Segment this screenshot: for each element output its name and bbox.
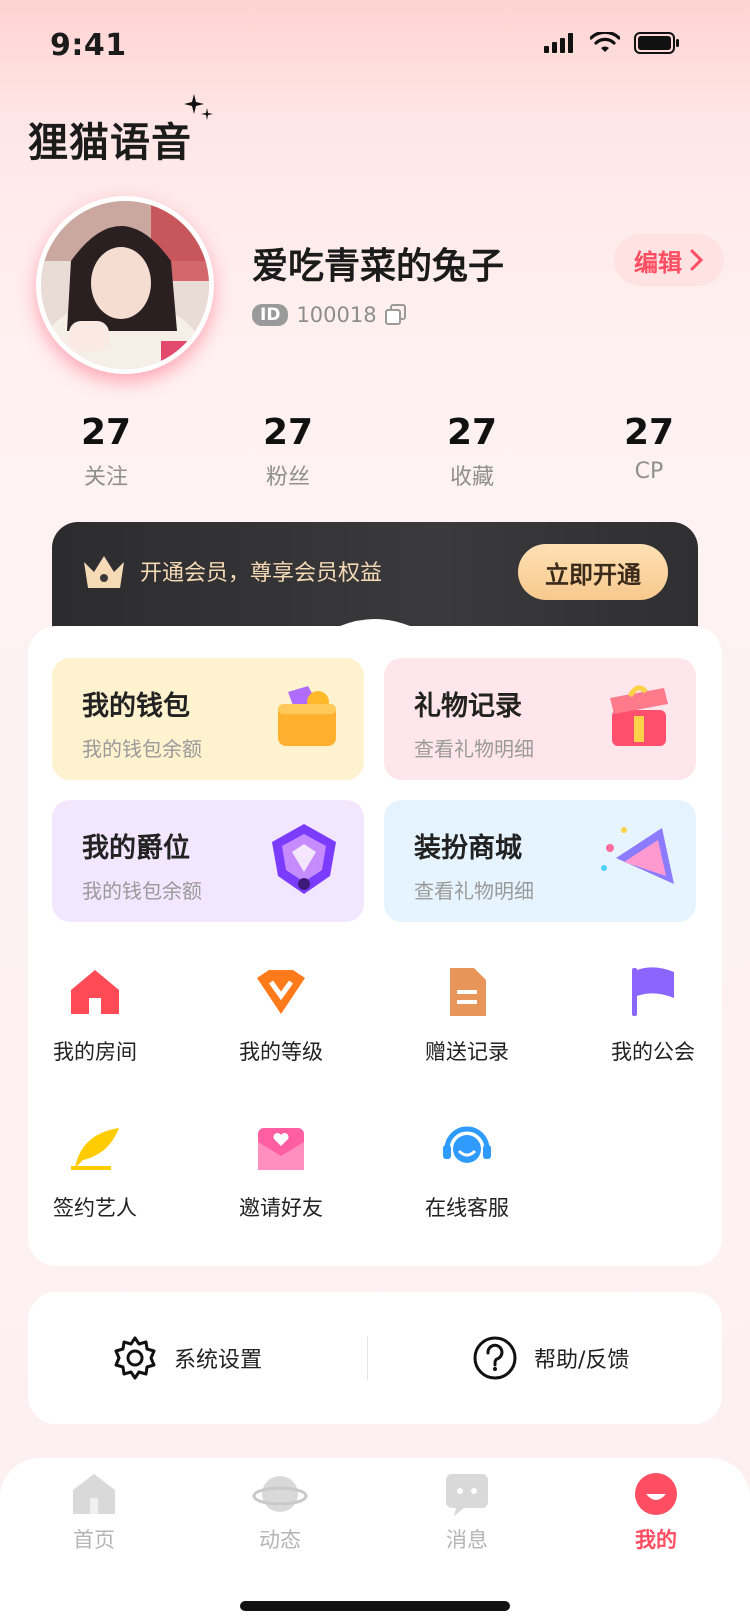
tile-wallet[interactable]: 我的钱包 我的钱包余额 — [52, 658, 364, 780]
status-time: 9:41 — [50, 28, 127, 63]
tile-gift-record[interactable]: 礼物记录 查看礼物明细 — [384, 658, 696, 780]
grid-label: 赠送记录 — [425, 1040, 509, 1064]
grid-label: 邀请好友 — [239, 1196, 323, 1220]
vip-activate-button[interactable]: 立即开通 — [518, 544, 668, 600]
level-v-icon — [257, 970, 305, 1014]
stat-value: 27 — [80, 412, 132, 453]
headset-icon — [443, 1126, 491, 1163]
app-title: 狸猫语音 — [28, 120, 192, 166]
nav-moments[interactable]: 动态 — [225, 1472, 335, 1554]
document-icon — [450, 968, 486, 1016]
help-feedback-button[interactable]: 帮助/反馈 — [472, 1292, 629, 1424]
nav-profile[interactable]: 我的 — [601, 1472, 711, 1554]
stat-favorites[interactable]: 27 收藏 — [412, 412, 532, 491]
house-icon — [71, 970, 119, 1014]
nav-label: 我的 — [635, 1528, 677, 1552]
stat-value: 27 — [262, 412, 314, 453]
gear-icon — [114, 1336, 156, 1380]
grid-label: 我的等级 — [239, 1040, 323, 1064]
stat-following[interactable]: 27 关注 — [46, 412, 166, 491]
grid-label: 我的公会 — [611, 1040, 695, 1064]
tile-nobility[interactable]: 我的爵位 我的钱包余额 — [52, 800, 364, 922]
grid-label: 我的房间 — [53, 1040, 137, 1064]
crown-icon — [84, 556, 124, 588]
grid-customer-service[interactable]: 在线客服 — [407, 1118, 527, 1222]
id-badge: ID — [252, 304, 289, 326]
grid-label: 在线客服 — [425, 1196, 509, 1220]
stat-label: 收藏 — [449, 465, 494, 490]
edit-label: 编辑 — [634, 248, 682, 277]
nav-label: 首页 — [73, 1528, 115, 1552]
stat-label: 粉丝 — [265, 465, 310, 490]
settings-divider — [367, 1336, 368, 1380]
stat-label: CP — [634, 459, 664, 484]
nav-label: 动态 — [259, 1528, 301, 1552]
grid-my-level[interactable]: 我的等级 — [221, 962, 341, 1066]
nickname: 爱吃青菜的兔子 — [252, 246, 505, 287]
party-popper-icon — [601, 827, 674, 884]
user-id-value: 100018 — [296, 303, 377, 327]
crystal-badge-icon — [272, 824, 336, 894]
tile-dressup-store[interactable]: 装扮商城 查看礼物明细 — [384, 800, 696, 922]
avatar[interactable] — [36, 196, 214, 374]
help-label: 帮助/反馈 — [534, 1348, 630, 1373]
nav-messages[interactable]: 消息 — [412, 1472, 522, 1554]
feather-icon — [71, 1128, 119, 1170]
profile-tab-icon — [635, 1473, 677, 1515]
home-tab-icon — [73, 1474, 115, 1514]
nav-home[interactable]: 首页 — [39, 1472, 149, 1554]
signal-icon — [544, 33, 573, 53]
invite-envelope-icon — [258, 1128, 304, 1170]
avatar-photo — [41, 201, 209, 369]
flag-icon — [632, 967, 674, 1016]
grid-my-room[interactable]: 我的房间 — [35, 962, 155, 1066]
card-notch — [340, 619, 410, 632]
stat-cp[interactable]: 27 CP — [589, 412, 709, 484]
planet-tab-icon — [252, 1476, 308, 1512]
settings-label: 系统设置 — [174, 1348, 263, 1373]
wifi-icon — [590, 32, 620, 52]
bottom-nav: 首页 动态 消息 我的 — [0, 1458, 750, 1624]
message-tab-icon — [446, 1474, 488, 1516]
status-icons — [544, 32, 680, 54]
grid-label: 签约艺人 — [53, 1196, 137, 1220]
nav-label: 消息 — [446, 1528, 488, 1552]
grid-my-guild[interactable]: 我的公会 — [593, 962, 713, 1066]
stat-value: 27 — [623, 412, 675, 453]
grid-signed-artist[interactable]: 签约艺人 — [35, 1118, 155, 1222]
grid-invite-friends[interactable]: 邀请好友 — [221, 1118, 341, 1222]
gift-box-icon — [610, 685, 668, 746]
edit-profile-button[interactable]: 编辑 — [614, 234, 724, 286]
wallet-icon — [278, 686, 336, 746]
system-settings-button[interactable]: 系统设置 — [112, 1292, 262, 1424]
vip-text: 开通会员，尊享会员权益 — [140, 561, 383, 586]
chevron-right-icon — [690, 249, 704, 271]
help-icon — [473, 1336, 517, 1380]
stat-label: 关注 — [83, 465, 128, 490]
copy-icon[interactable] — [384, 304, 407, 326]
user-id-row: ID 100018 — [252, 303, 407, 327]
sparkle-icon — [184, 94, 213, 120]
home-indicator — [240, 1601, 510, 1611]
stat-value: 27 — [446, 412, 498, 453]
stat-fans[interactable]: 27 粉丝 — [228, 412, 348, 491]
battery-icon — [634, 32, 679, 54]
grid-gift-sent[interactable]: 赠送记录 — [407, 962, 527, 1066]
